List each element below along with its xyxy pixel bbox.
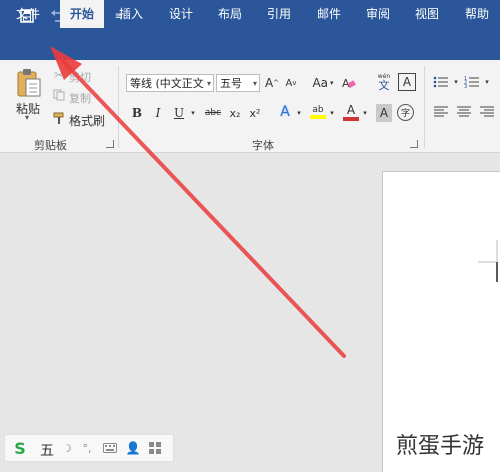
bold-button[interactable]: B: [129, 104, 145, 122]
tab-review[interactable]: 审阅: [357, 0, 399, 28]
shrink-font-button[interactable]: Av: [283, 74, 299, 92]
sogou-s-icon[interactable]: S: [10, 438, 30, 458]
enclose-characters-label: 字: [400, 109, 410, 119]
change-case-label: Aa: [312, 76, 329, 90]
format-painter-icon: [52, 111, 66, 125]
clipboard-group-label: 剪贴板: [34, 139, 67, 152]
font-name-value: 等线 (中文正文: [130, 77, 204, 90]
strikethrough-button[interactable]: abc: [202, 104, 224, 122]
clipboard-paste-icon[interactable]: [14, 68, 44, 98]
svg-text:3: 3: [464, 84, 467, 89]
font-color-dropdown-icon[interactable]: ▾: [361, 104, 369, 122]
align-right-icon[interactable]: [478, 105, 496, 119]
group-divider: [424, 66, 425, 148]
underline-dropdown-icon[interactable]: ▾: [188, 104, 198, 122]
character-shading-label: A: [379, 106, 389, 120]
bold-label: B: [131, 106, 143, 120]
copy-label[interactable]: 复制: [69, 90, 91, 106]
ime-mode-label[interactable]: 五: [40, 440, 54, 460]
italic-label: I: [155, 106, 161, 120]
font-name-dropdown-icon: ▾: [206, 79, 211, 88]
scissors-icon: ✂: [53, 68, 65, 82]
grow-font-label: A: [264, 76, 274, 90]
tab-home[interactable]: 开始: [60, 0, 104, 28]
superscript-label: x²: [249, 106, 261, 120]
clear-formatting-icon[interactable]: A: [342, 74, 356, 92]
text-effects-label: A: [280, 104, 290, 120]
shrink-font-label: A: [285, 77, 293, 89]
font-size-value: 五号: [220, 77, 242, 90]
paste-dropdown-icon[interactable]: ▾: [25, 113, 29, 122]
document-page[interactable]: [382, 171, 500, 472]
enclose-characters-button[interactable]: 字: [397, 104, 414, 121]
align-center-icon[interactable]: [455, 105, 473, 119]
moon-icon[interactable]: ☽: [60, 441, 74, 455]
tab-design[interactable]: 设计: [160, 0, 202, 28]
phonetic-guide-button[interactable]: wén 文: [374, 72, 394, 94]
align-left-icon[interactable]: [432, 105, 450, 119]
subscript-button[interactable]: x₂: [227, 104, 243, 122]
text-effects-button[interactable]: A: [276, 103, 294, 121]
bullets-icon[interactable]: [432, 74, 450, 90]
superscript-button[interactable]: x²: [247, 104, 263, 122]
font-group-label: 字体: [252, 139, 274, 152]
grow-font-button[interactable]: A ^: [264, 74, 280, 92]
watermark-text: 煎蛋手游: [396, 434, 485, 459]
font-launcher-icon[interactable]: [410, 140, 418, 148]
highlight-dropdown-icon[interactable]: ▾: [328, 104, 336, 122]
highlight-label: ab: [312, 105, 324, 115]
copy-icon: [52, 88, 66, 102]
clipboard-launcher-icon[interactable]: [106, 140, 114, 148]
highlight-button[interactable]: ab: [309, 102, 327, 122]
font-size-combo[interactable]: 五号 ▾: [216, 74, 260, 92]
cut-label[interactable]: 剪切: [69, 69, 91, 85]
strikethrough-label: abc: [204, 108, 222, 118]
tab-view[interactable]: 视图: [406, 0, 448, 28]
subscript-label: x₂: [229, 106, 241, 120]
font-name-combo[interactable]: 等线 (中文正文 ▾: [126, 74, 214, 92]
character-border-button[interactable]: A: [398, 73, 416, 91]
format-painter-label[interactable]: 格式刷: [69, 112, 105, 129]
tab-mailings[interactable]: 邮件: [308, 0, 350, 28]
numbering-dropdown-icon[interactable]: ▾: [483, 76, 491, 88]
underline-label: U: [173, 106, 185, 120]
tab-help[interactable]: 帮助: [456, 0, 498, 28]
italic-button[interactable]: I: [150, 104, 166, 122]
font-color-button[interactable]: A: [342, 102, 360, 122]
tab-insert[interactable]: 插入: [110, 0, 152, 28]
bullets-dropdown-icon[interactable]: ▾: [452, 76, 460, 88]
tab-references[interactable]: 引用: [258, 0, 300, 28]
font-size-dropdown-icon: ▾: [252, 79, 257, 88]
character-border-label: A: [402, 75, 412, 89]
toolbox-icon[interactable]: [148, 441, 162, 455]
tab-layout[interactable]: 布局: [209, 0, 251, 28]
character-shading-button[interactable]: A: [376, 104, 392, 122]
user-icon[interactable]: 👤: [126, 441, 141, 455]
group-divider: [118, 66, 119, 148]
font-color-label: A: [346, 102, 356, 117]
keyboard-icon[interactable]: [102, 441, 118, 455]
punctuation-icon[interactable]: °,: [80, 441, 94, 455]
numbering-icon[interactable]: 123: [463, 74, 481, 90]
tab-file[interactable]: 文件: [8, 0, 48, 28]
change-case-button[interactable]: Aa ▾: [310, 74, 336, 92]
text-effects-dropdown-icon[interactable]: ▾: [295, 104, 303, 122]
underline-button[interactable]: U: [171, 104, 187, 122]
ribbon-tabs: [0, 32, 500, 60]
